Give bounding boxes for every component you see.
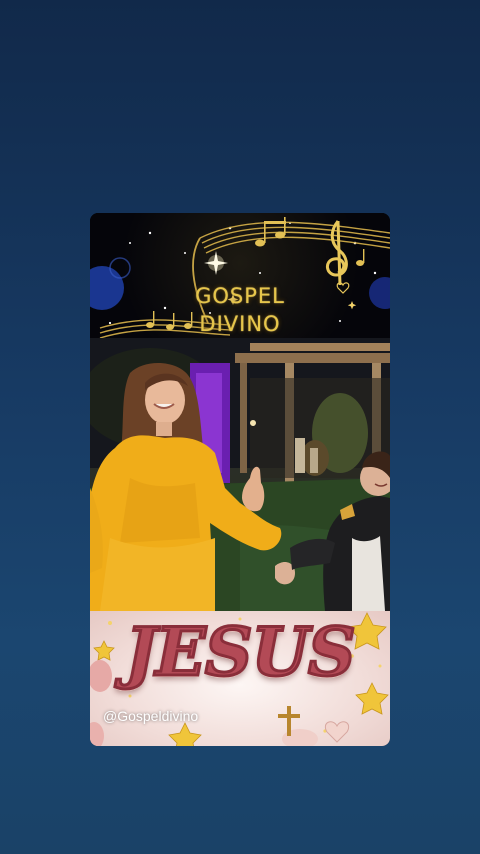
channel-handle[interactable]: @Gospeldivino [103, 708, 198, 724]
jesus-title: JESUS [124, 612, 357, 693]
banner-title-line1: GOSPEL [195, 284, 285, 308]
banner-title-line2: DIVINO [199, 312, 281, 336]
heart-icon [324, 721, 350, 743]
video-frame-image [90, 338, 390, 611]
gospel-divino-banner: GOSPEL DIVINO [90, 213, 390, 338]
jesus-panel: JESUS @Gospeldivino [90, 611, 390, 746]
video-card[interactable]: GOSPEL DIVINO JESUS @Gospeldivino [90, 213, 390, 746]
